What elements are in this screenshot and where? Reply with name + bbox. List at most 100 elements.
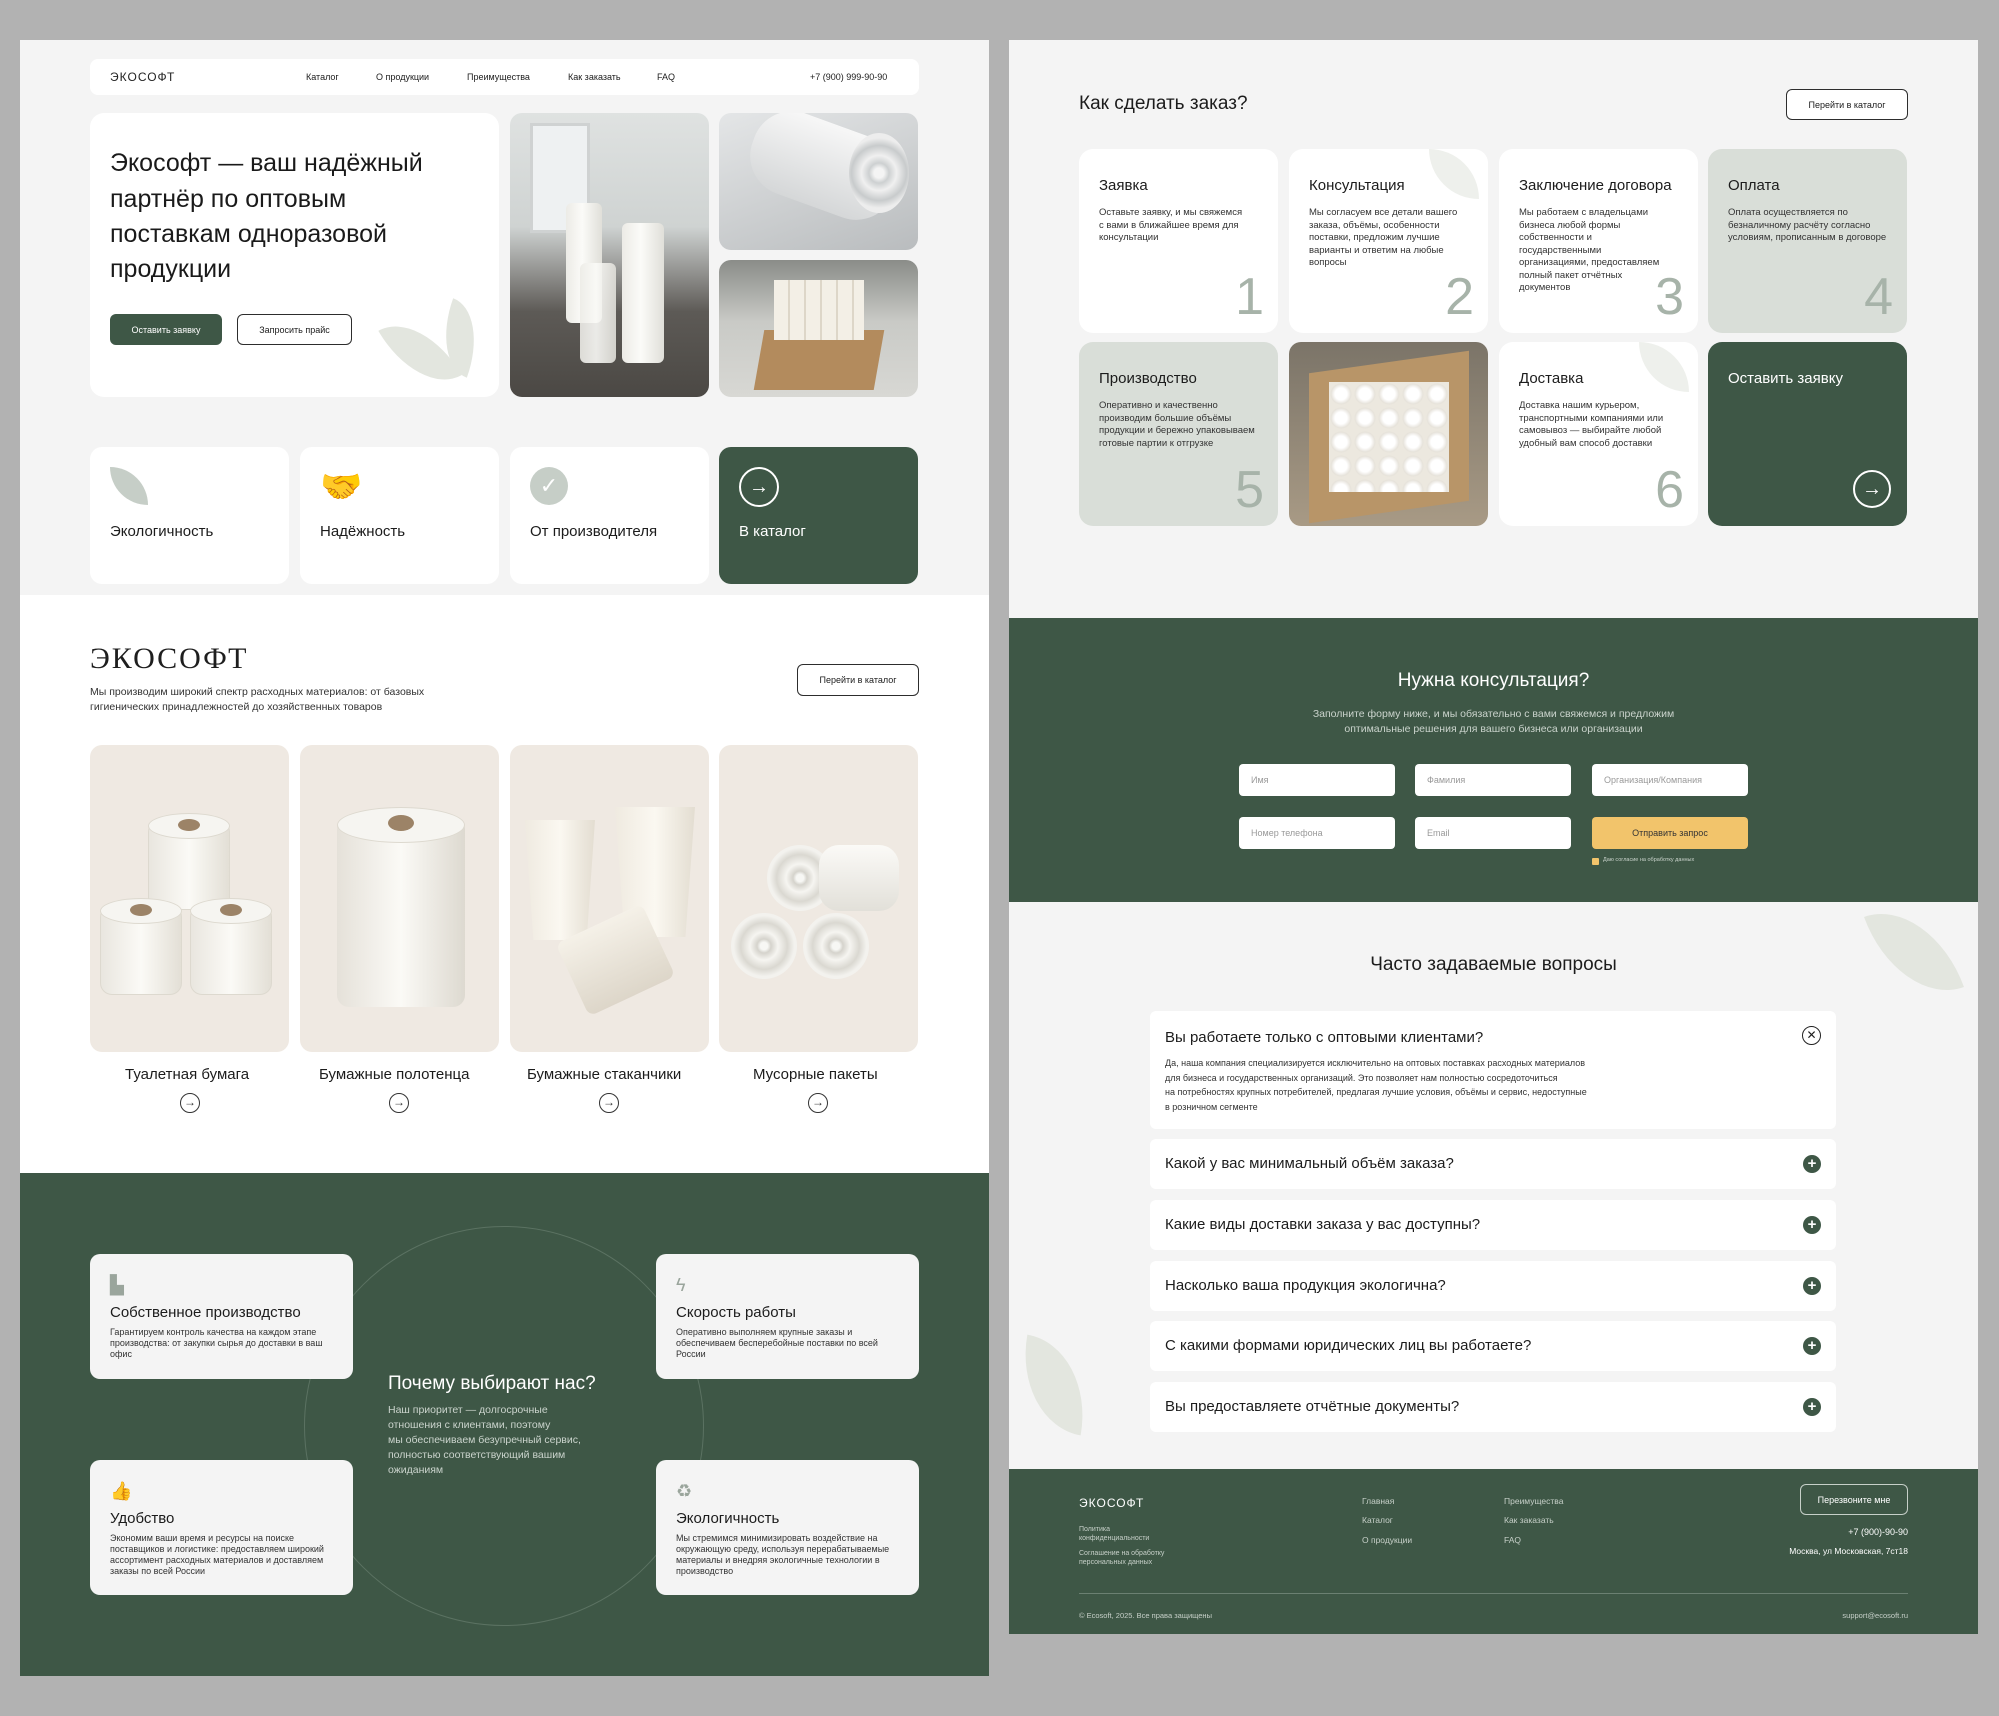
plus-icon[interactable]: + bbox=[1803, 1155, 1821, 1173]
step-number: 3 bbox=[1655, 268, 1684, 326]
feature-label: Экологичность bbox=[110, 523, 214, 540]
product-toilet-paper-photo[interactable] bbox=[90, 745, 289, 1052]
about-text-line: Мы производим широкий спектр расходных м… bbox=[90, 686, 425, 698]
nav-link-how-to-order[interactable]: Как заказать bbox=[568, 72, 621, 82]
faq-item[interactable]: Вы предоставляете отчётные документы? + bbox=[1150, 1382, 1836, 1432]
leaf-decoration bbox=[1864, 893, 1964, 1011]
why-text-line: мы обеспечиваем безупречный сервис, bbox=[388, 1434, 581, 1446]
privacy-policy-link[interactable]: Политика конфиденциальности bbox=[1079, 1525, 1159, 1543]
product-paper-towels-photo[interactable] bbox=[300, 745, 499, 1052]
handshake-icon: 🤝 bbox=[320, 468, 363, 506]
nav-link-catalog[interactable]: Каталог bbox=[306, 72, 339, 82]
faq-answer-line: для бизнеса и государственных организаци… bbox=[1165, 1073, 1558, 1083]
plus-icon[interactable]: + bbox=[1803, 1277, 1821, 1295]
why-card-text: Оперативно выполняем крупные заказы и об… bbox=[676, 1327, 878, 1359]
plus-icon[interactable]: + bbox=[1803, 1216, 1821, 1234]
order-catalog-button[interactable]: Перейти в каталог bbox=[1786, 89, 1908, 120]
request-price-button[interactable]: Запросить прайс bbox=[237, 314, 352, 345]
leaf-decoration bbox=[1011, 1334, 1097, 1436]
step-number: 5 bbox=[1235, 461, 1264, 519]
step-title: Производство bbox=[1099, 370, 1197, 387]
faq-question[interactable]: Вы работаете только с оптовыми клиентами… bbox=[1165, 1029, 1483, 1046]
why-title: Почему выбирают нас? bbox=[388, 1373, 596, 1394]
faq-answer-line: на потребностях крупных потребителей, пр… bbox=[1165, 1087, 1587, 1097]
feature-reliability-card: 🤝 Надёжность bbox=[300, 447, 499, 584]
footer-logo[interactable]: ЭКОСОФТ bbox=[1079, 1496, 1144, 1510]
surname-field[interactable]: Фамилия bbox=[1415, 764, 1571, 796]
feature-label: Надёжность bbox=[320, 523, 406, 540]
faq-question[interactable]: Насколько ваша продукция экологична? bbox=[1165, 1277, 1446, 1294]
product-label-toilet-paper[interactable]: Туалетная бумага bbox=[125, 1066, 249, 1083]
footer-link-about[interactable]: О продукции bbox=[1362, 1535, 1412, 1545]
why-text-line: Наш приоритет — долгосрочные bbox=[388, 1404, 548, 1416]
product-trash-bags-photo[interactable] bbox=[719, 745, 918, 1052]
footer-link-catalog[interactable]: Каталог bbox=[1362, 1515, 1393, 1525]
arrow-right-icon[interactable]: → bbox=[739, 467, 779, 507]
plus-icon[interactable]: + bbox=[1803, 1337, 1821, 1355]
catalog-link-card[interactable]: → В каталог bbox=[719, 447, 918, 584]
nav-link-advantages[interactable]: Преимущества bbox=[467, 72, 530, 82]
step-text: Мы работаем с владельцами бизнеса любой … bbox=[1519, 207, 1660, 293]
footer-link-how-to-order[interactable]: Как заказать bbox=[1504, 1515, 1554, 1525]
footer-link-advantages[interactable]: Преимущества bbox=[1504, 1496, 1563, 1506]
faq-item-open[interactable]: Вы работаете только с оптовыми клиентами… bbox=[1150, 1011, 1836, 1129]
leave-request-button[interactable]: Оставить заявку bbox=[110, 314, 222, 345]
faq-item[interactable]: С какими формами юридических лиц вы рабо… bbox=[1150, 1321, 1836, 1371]
product-paper-cups-photo[interactable] bbox=[510, 745, 709, 1052]
footer-link-home[interactable]: Главная bbox=[1362, 1496, 1394, 1506]
send-request-button[interactable]: Отправить запрос bbox=[1592, 817, 1748, 849]
nav-link-faq[interactable]: FAQ bbox=[657, 72, 675, 82]
data-consent-link[interactable]: Соглашение на обработку персональных дан… bbox=[1079, 1549, 1179, 1567]
why-card-text: Гарантируем контроль качества на каждом … bbox=[110, 1327, 323, 1359]
footer-phone[interactable]: +7 (900)-90-90 bbox=[1848, 1527, 1908, 1537]
nav-phone[interactable]: +7 (900) 999-90-90 bbox=[810, 72, 887, 82]
arrow-right-icon[interactable]: → bbox=[808, 1093, 828, 1113]
about-text-line: гигиенических принадлежностей до хозяйст… bbox=[90, 701, 383, 713]
catalog-link-label[interactable]: В каталог bbox=[739, 523, 806, 540]
arrow-right-icon[interactable]: → bbox=[180, 1093, 200, 1113]
faq-question[interactable]: С какими формами юридических лиц вы рабо… bbox=[1165, 1337, 1531, 1354]
product-label-paper-cups[interactable]: Бумажные стаканчики bbox=[527, 1066, 681, 1083]
support-email[interactable]: support@ecosoft.ru bbox=[1842, 1611, 1908, 1620]
hero-title-line: продукции bbox=[110, 255, 232, 283]
faq-question[interactable]: Какие виды доставки заказа у вас доступн… bbox=[1165, 1216, 1480, 1233]
arrow-right-icon[interactable]: → bbox=[1853, 470, 1891, 508]
nav-link-about[interactable]: О продукции bbox=[376, 72, 429, 82]
email-field[interactable]: Email bbox=[1415, 817, 1571, 849]
close-icon[interactable]: ✕ bbox=[1802, 1026, 1821, 1045]
faq-item[interactable]: Какие виды доставки заказа у вас доступн… bbox=[1150, 1200, 1836, 1250]
faq-item[interactable]: Какой у вас минимальный объём заказа? + bbox=[1150, 1139, 1836, 1189]
feature-manufacturer-card: ✓ От производителя bbox=[510, 447, 709, 584]
go-to-catalog-button[interactable]: Перейти в каталог bbox=[797, 664, 919, 696]
order-cta-card[interactable]: Оставить заявку → bbox=[1708, 342, 1907, 526]
faq-item[interactable]: Насколько ваша продукция экологична? + bbox=[1150, 1261, 1836, 1311]
footer-link-faq[interactable]: FAQ bbox=[1504, 1535, 1521, 1545]
faq-question[interactable]: Вы предоставляете отчётные документы? bbox=[1165, 1398, 1459, 1415]
order-title: Как сделать заказ? bbox=[1079, 93, 1248, 114]
order-cta-label[interactable]: Оставить заявку bbox=[1728, 370, 1843, 387]
left-page: ЭКОСОФТ Каталог О продукции Преимущества… bbox=[20, 40, 989, 1676]
why-section: Почему выбирают нас? Наш приоритет — дол… bbox=[20, 1173, 989, 1676]
faq-question[interactable]: Какой у вас минимальный объём заказа? bbox=[1165, 1155, 1454, 1172]
phone-field[interactable]: Номер телефона bbox=[1239, 817, 1395, 849]
why-card-title: Экологичность bbox=[676, 1510, 780, 1527]
arrow-right-icon[interactable]: → bbox=[599, 1093, 619, 1113]
checkmark-icon: ✓ bbox=[530, 467, 568, 505]
product-label-trash-bags[interactable]: Мусорные пакеты bbox=[753, 1066, 878, 1083]
plus-icon[interactable]: + bbox=[1803, 1398, 1821, 1416]
step-card-1: Заявка Оставьте заявку, и мы свяжемся с … bbox=[1079, 149, 1278, 333]
nav-logo[interactable]: ЭКОСОФТ bbox=[110, 70, 175, 84]
consult-section: Нужна консультация? Заполните форму ниже… bbox=[1009, 618, 1978, 902]
name-field[interactable]: Имя bbox=[1239, 764, 1395, 796]
why-text-line: полностью соответствующий вашим bbox=[388, 1449, 566, 1461]
arrow-right-icon[interactable]: → bbox=[389, 1093, 409, 1113]
why-text-line: отношения с клиентами, поэтому bbox=[388, 1419, 551, 1431]
callback-button[interactable]: Перезвоните мне bbox=[1800, 1484, 1908, 1515]
consent-label: Даю согласие на обработку данных bbox=[1603, 857, 1695, 863]
step-number: 1 bbox=[1235, 268, 1264, 326]
product-label-paper-towels[interactable]: Бумажные полотенца bbox=[319, 1066, 469, 1083]
faq-answer-line: Да, наша компания специализируется исклю… bbox=[1165, 1058, 1585, 1068]
consent-checkbox[interactable] bbox=[1592, 858, 1599, 865]
organization-field[interactable]: Организация/Компания bbox=[1592, 764, 1748, 796]
faq-answer-line: в розничном сегменте bbox=[1165, 1102, 1258, 1112]
